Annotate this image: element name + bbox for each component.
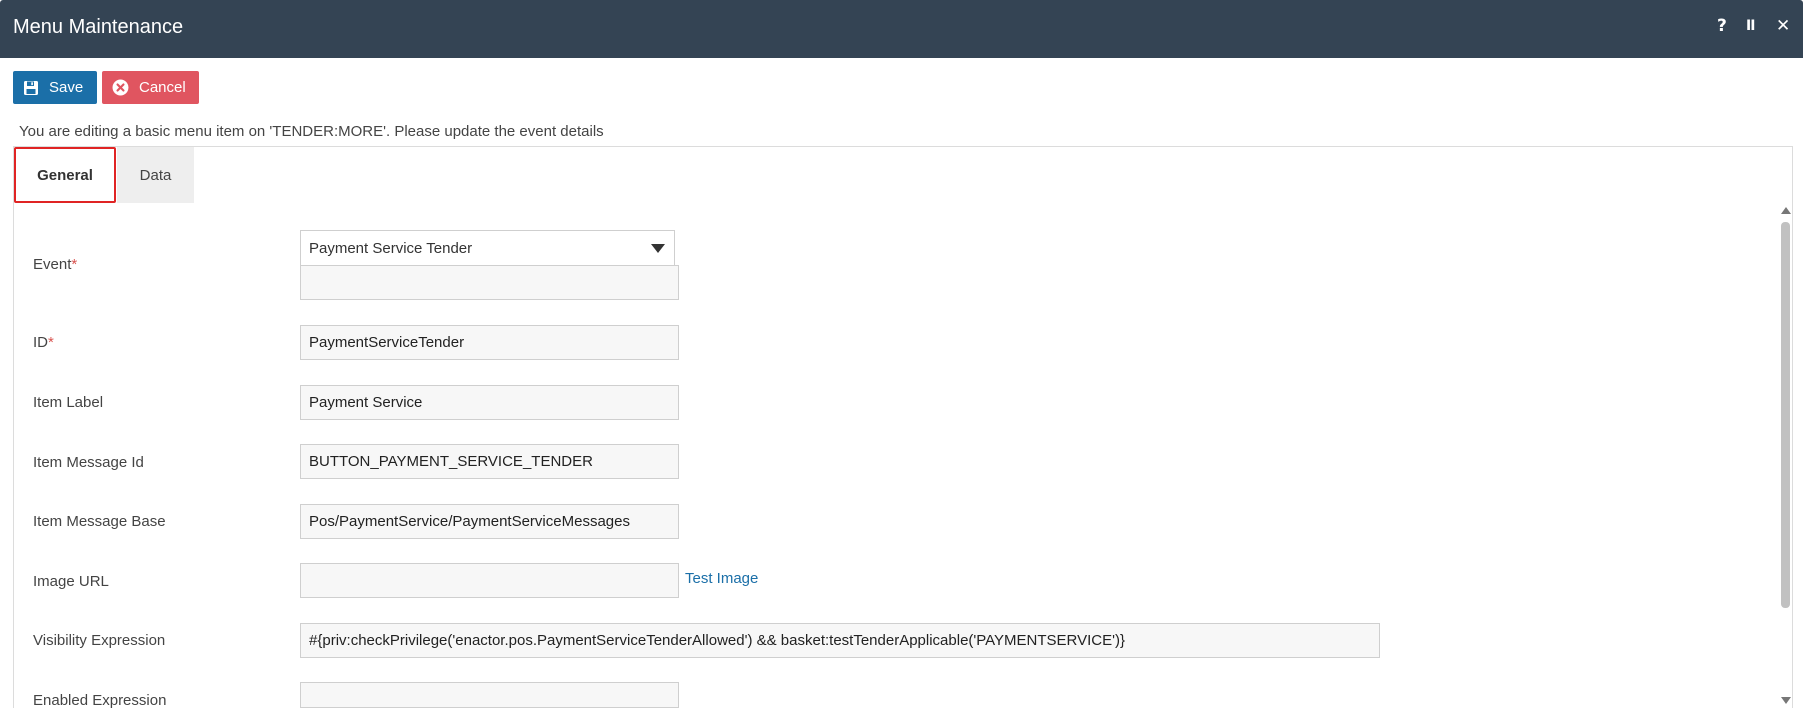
enabled-expression-field[interactable]	[300, 682, 679, 708]
visibility-expression-field[interactable]: #{priv:checkPrivilege('enactor.pos.Payme…	[300, 623, 1380, 658]
cancel-button-label: Cancel	[139, 79, 186, 96]
image-url-field[interactable]	[300, 563, 679, 598]
item-message-base-label: Item Message Base	[33, 513, 166, 530]
scroll-down-arrow-icon[interactable]	[1781, 697, 1791, 704]
scroll-up-arrow-icon[interactable]	[1781, 207, 1791, 214]
scrollbar-thumb[interactable]	[1781, 222, 1790, 608]
help-icon[interactable]: ?	[1717, 16, 1727, 36]
enabled-expression-label: Enabled Expression	[33, 692, 167, 708]
tab-data[interactable]: Data	[117, 147, 194, 203]
title-bar: Menu Maintenance ? II ✕	[0, 0, 1803, 58]
item-label-field[interactable]: Payment Service	[300, 385, 679, 420]
save-button-label: Save	[49, 79, 84, 96]
event-secondary-field[interactable]	[300, 265, 679, 300]
test-image-link[interactable]: Test Image	[685, 570, 758, 587]
item-label-label: Item Label	[33, 394, 104, 411]
pause-icon[interactable]: II	[1746, 16, 1755, 36]
window-title: Menu Maintenance	[13, 16, 184, 38]
edit-info-text: You are editing a basic menu item on 'TE…	[19, 123, 604, 140]
save-button[interactable]: Save	[13, 71, 97, 104]
caret-down-icon	[651, 244, 665, 253]
x-circle-icon	[112, 79, 129, 96]
id-label: ID*	[33, 334, 54, 351]
item-message-id-field[interactable]: BUTTON_PAYMENT_SERVICE_TENDER	[300, 444, 679, 479]
visibility-expression-label: Visibility Expression	[33, 632, 166, 649]
close-icon[interactable]: ✕	[1776, 16, 1790, 36]
item-message-id-label: Item Message Id	[33, 454, 144, 471]
scrollbar[interactable]	[1778, 205, 1792, 708]
required-mark: *	[48, 334, 54, 351]
cancel-button[interactable]: Cancel	[102, 71, 199, 104]
floppy-disk-icon	[23, 80, 39, 96]
image-url-label: Image URL	[33, 573, 109, 590]
id-field[interactable]: PaymentServiceTender	[300, 325, 679, 360]
event-select[interactable]: Payment Service Tender	[300, 230, 675, 266]
event-select-value: Payment Service Tender	[309, 239, 473, 257]
item-message-base-field[interactable]: Pos/PaymentService/PaymentServiceMessage…	[300, 504, 679, 539]
tab-general[interactable]: General	[14, 147, 116, 203]
event-label: Event*	[33, 256, 78, 273]
required-mark: *	[71, 256, 78, 273]
